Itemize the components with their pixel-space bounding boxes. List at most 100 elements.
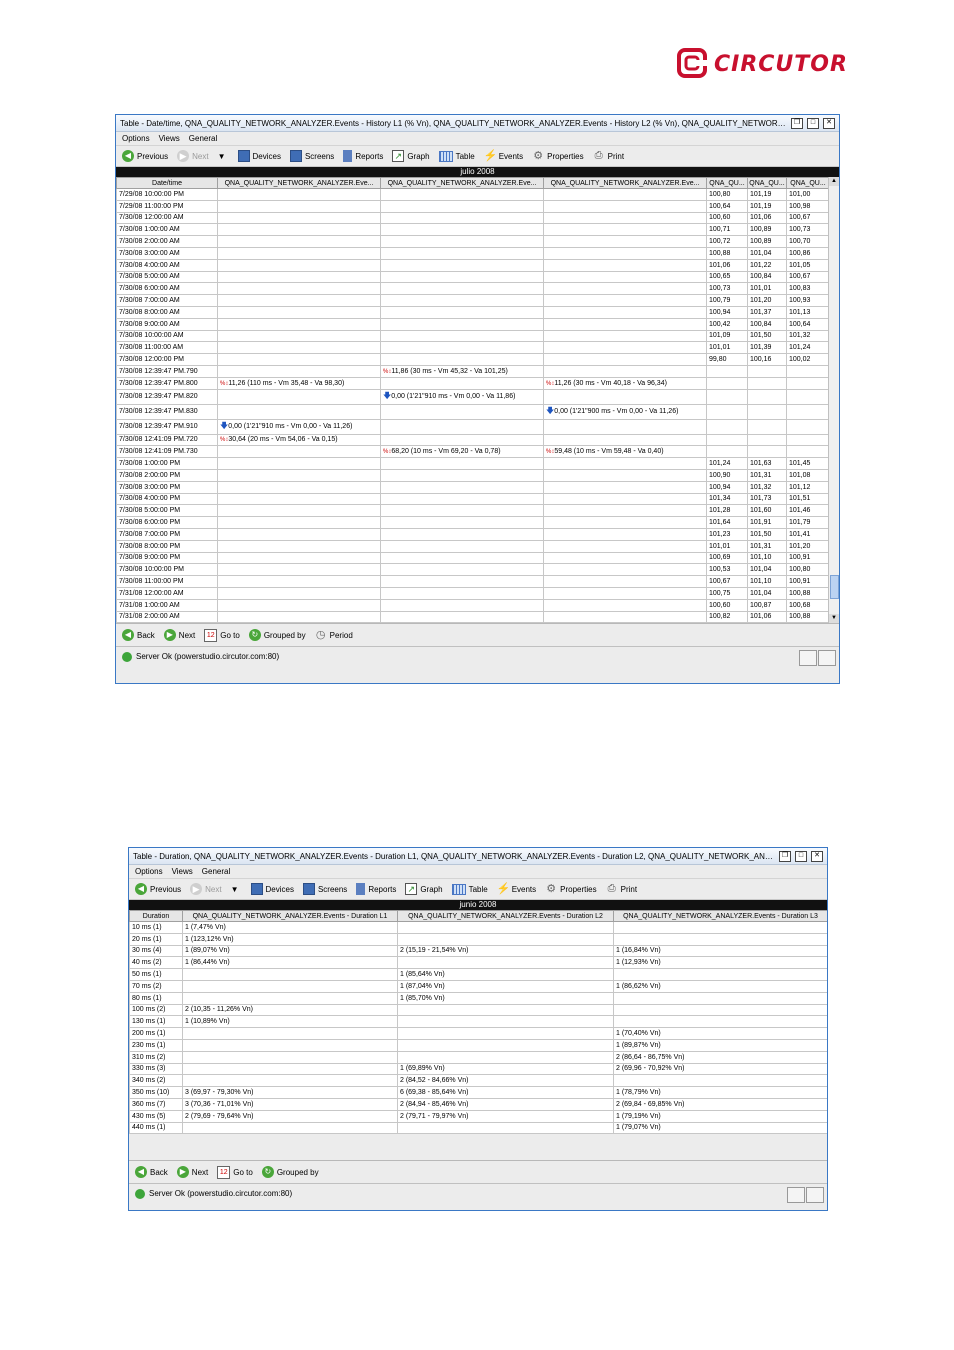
maximize-icon[interactable]: □ xyxy=(795,850,807,862)
column-header[interactable]: QNA_QU... xyxy=(706,177,748,189)
table-row[interactable]: 7/30/08 12:41:09 PM.730 %↕68,20 (10 ms - … xyxy=(116,445,830,459)
table-row[interactable]: 100 ms (2) 2 (10,35 - 11,26% Vn) xyxy=(129,1003,827,1017)
restore-icon[interactable]: ❐ xyxy=(791,117,803,129)
reports-button[interactable]: Reports xyxy=(356,883,396,895)
table-row[interactable]: 340 ms (2) 2 (84,52 - 84,66% Vn) xyxy=(129,1074,827,1088)
table-row[interactable]: 7/30/08 11:00:00 AM 101,01 101,39 101,24 xyxy=(116,341,830,355)
table-row[interactable]: 7/30/08 9:00:00 PM 100,69 101,10 100,91 xyxy=(116,551,830,565)
column-header[interactable]: QNA_QU... xyxy=(747,177,787,189)
table-row[interactable]: 330 ms (3) 1 (69,89% Vn) 2 (69,96 - 70,92%… xyxy=(129,1062,827,1076)
column-header[interactable]: QNA_QUALITY_NETWORK_ANALYZER.Eve... xyxy=(543,177,707,189)
column-header[interactable]: QNA_QUALITY_NETWORK_ANALYZER.Events - Du… xyxy=(613,910,827,922)
restore-icon[interactable]: ❐ xyxy=(779,850,791,862)
table-row[interactable]: 7/30/08 12:39:47 PM.910 🡇0,00 (1'21"910 m… xyxy=(116,418,830,435)
dropdown-caret-icon[interactable]: ▼ xyxy=(231,885,239,894)
column-header[interactable]: Duration xyxy=(129,910,183,922)
table-row[interactable]: 70 ms (2) 1 (87,04% Vn) 1 (86,62% Vn) xyxy=(129,979,827,993)
table-row[interactable]: 7/30/08 3:00:00 AM 100,88 101,04 100,86 xyxy=(116,246,830,260)
table-row[interactable]: 50 ms (1) 1 (85,64% Vn) xyxy=(129,968,827,981)
table-row[interactable]: 7/30/08 10:00:00 AM 101,09 101,50 101,32 xyxy=(116,329,830,343)
events-button[interactable]: ⚡ Events xyxy=(484,150,523,162)
table-row[interactable]: 7/30/08 4:00:00 AM 101,06 101,22 101,05 xyxy=(116,258,830,272)
table-row[interactable]: 7/30/08 3:00:00 PM 100,94 101,32 101,12 xyxy=(116,480,830,494)
table-row[interactable]: 440 ms (1) 1 (79,07% Vn) xyxy=(129,1121,827,1135)
table-row[interactable]: 7/30/08 12:00:00 PM 99,80 100,16 100,02 xyxy=(116,353,830,366)
table-row[interactable]: 7/30/08 12:39:47 PM.790 %↕11,86 (30 ms - … xyxy=(116,364,830,378)
next-button[interactable]: ▶ Next xyxy=(177,150,209,162)
table-row[interactable]: 7/29/08 10:00:00 PM 100,80 101,19 101,00 xyxy=(116,188,830,201)
screens-button[interactable]: Screens xyxy=(289,150,334,162)
table-row[interactable]: 7/30/08 12:39:47 PM.820 🡇0,00 (1'21"910 m… xyxy=(116,388,830,405)
table-row[interactable]: 7/30/08 6:00:00 AM 100,73 101,01 100,83 xyxy=(116,282,830,296)
table-row[interactable]: 30 ms (4) 1 (89,07% Vn) 2 (15,19 - 21,54% … xyxy=(129,944,827,958)
table-row[interactable]: 20 ms (1) 1 (123,12% Vn) xyxy=(129,932,827,946)
table-row[interactable]: 7/30/08 8:00:00 AM 100,94 101,37 101,13 xyxy=(116,305,830,319)
grouped-by-button[interactable]: ↻ Grouped by xyxy=(248,629,306,641)
table-row[interactable]: 7/30/08 11:00:00 PM 100,67 101,10 100,91 xyxy=(116,575,830,588)
table-row[interactable]: 130 ms (1) 1 (10,89% Vn) xyxy=(129,1015,827,1029)
table-row[interactable]: 310 ms (2) 2 (86,64 - 86,75% Vn) xyxy=(129,1050,827,1064)
maximize-icon[interactable]: □ xyxy=(807,117,819,129)
table-row[interactable]: 7/29/08 11:00:00 PM 100,64 101,19 100,98 xyxy=(116,199,830,213)
alarm-icon[interactable] xyxy=(787,1187,805,1203)
devices-button[interactable]: Devices xyxy=(250,883,294,895)
table-row[interactable]: 7/30/08 5:00:00 AM 100,65 100,84 100,67 xyxy=(116,270,830,284)
table-row[interactable]: 7/30/08 12:00:00 AM 100,60 101,06 100,67 xyxy=(116,211,830,225)
column-header[interactable]: Date/time xyxy=(116,177,218,189)
table-row[interactable]: 7/30/08 12:39:47 PM.830 🡇0,00 (1'21"900 m… xyxy=(116,403,830,420)
events-button[interactable]: ⚡ Events xyxy=(497,883,536,895)
menu-general[interactable]: General xyxy=(202,867,230,876)
table-row[interactable]: 7/31/08 12:00:00 AM 100,75 101,04 100,88 xyxy=(116,586,830,600)
column-header[interactable]: QNA_QUALITY_NETWORK_ANALYZER.Eve... xyxy=(217,177,381,189)
menu-views[interactable]: Views xyxy=(159,134,180,143)
previous-button[interactable]: ◀ Previous xyxy=(122,150,168,162)
table-row[interactable]: 7/30/08 2:00:00 AM 100,72 100,89 100,70 xyxy=(116,235,830,248)
column-header[interactable]: QNA_QUALITY_NETWORK_ANALYZER.Events - Du… xyxy=(182,910,398,922)
goto-button[interactable]: 12 Go to xyxy=(204,628,240,642)
screens-button[interactable]: Screens xyxy=(302,883,347,895)
properties-button[interactable]: ⚙ Properties xyxy=(545,883,596,895)
print-button[interactable]: ⎙ Print xyxy=(593,150,624,162)
close-icon[interactable]: ✕ xyxy=(823,117,835,129)
table-row[interactable]: 360 ms (7) 3 (70,36 - 71,01% Vn) 2 (84,94 … xyxy=(129,1097,827,1111)
table-row[interactable]: 7/30/08 12:41:09 PM.720 %↕30,64 (20 ms - … xyxy=(116,433,830,447)
table-row[interactable]: 230 ms (1) 1 (89,87% Vn) xyxy=(129,1038,827,1052)
vertical-scrollbar[interactable]: ▲ ▼ xyxy=(828,177,839,623)
table-row[interactable]: 7/30/08 10:00:00 PM 100,53 101,04 100,80 xyxy=(116,563,830,577)
next-page-button[interactable]: ▶ Next xyxy=(163,629,195,641)
menu-views[interactable]: Views xyxy=(172,867,193,876)
previous-button[interactable]: ◀ Previous xyxy=(135,883,181,895)
back-button[interactable]: ◀ Back xyxy=(122,629,155,641)
graph-button[interactable]: ↗ Graph xyxy=(392,150,430,162)
column-header[interactable]: QNA_QUALITY_NETWORK_ANALYZER.Events - Du… xyxy=(397,910,614,922)
scroll-up-icon[interactable]: ▲ xyxy=(829,177,839,186)
menu-options[interactable]: Options xyxy=(122,134,150,143)
column-header[interactable]: QNA_QU... xyxy=(786,177,830,189)
table-button[interactable]: Table xyxy=(438,150,475,162)
devices-button[interactable]: Devices xyxy=(237,150,281,162)
menu-options[interactable]: Options xyxy=(135,867,163,876)
back-button[interactable]: ◀ Back xyxy=(135,1166,168,1178)
close-icon[interactable]: ✕ xyxy=(811,850,823,862)
alarm-icon[interactable] xyxy=(799,650,817,666)
table-row[interactable]: 7/30/08 5:00:00 PM 101,28 101,60 101,46 xyxy=(116,504,830,518)
menu-general[interactable]: General xyxy=(189,134,217,143)
next-button[interactable]: ▶ Next xyxy=(190,883,222,895)
table-row[interactable]: 200 ms (1) 1 (70,40% Vn) xyxy=(129,1027,827,1040)
print-button[interactable]: ⎙ Print xyxy=(606,883,637,895)
table-row[interactable]: 7/30/08 1:00:00 PM 101,24 101,63 101,45 xyxy=(116,457,830,470)
grouped-by-button[interactable]: ↻ Grouped by xyxy=(261,1166,319,1178)
table-row[interactable]: 7/30/08 6:00:00 PM 101,64 101,91 101,79 xyxy=(116,516,830,529)
reports-button[interactable]: Reports xyxy=(343,150,383,162)
scroll-thumb[interactable] xyxy=(830,575,839,599)
table-row[interactable]: 7/31/08 2:00:00 AM 100,82 101,06 100,88 xyxy=(116,610,830,623)
table-row[interactable]: 430 ms (5) 2 (79,69 - 79,64% Vn) 2 (79,71 … xyxy=(129,1109,827,1123)
table-row[interactable]: 7/30/08 7:00:00 AM 100,79 101,20 100,93 xyxy=(116,294,830,307)
scroll-down-icon[interactable]: ▼ xyxy=(829,614,839,623)
period-button[interactable]: ◷ Period xyxy=(315,629,353,641)
table-row[interactable]: 7/30/08 12:39:47 PM.800 %↕11,26 (110 ms -… xyxy=(116,376,830,390)
next-page-button[interactable]: ▶ Next xyxy=(176,1166,208,1178)
graph-button[interactable]: ↗ Graph xyxy=(405,883,443,895)
table-row[interactable]: 80 ms (1) 1 (85,70% Vn) xyxy=(129,991,827,1005)
table-row[interactable]: 10 ms (1) 1 (7,47% Vn) xyxy=(129,921,827,934)
